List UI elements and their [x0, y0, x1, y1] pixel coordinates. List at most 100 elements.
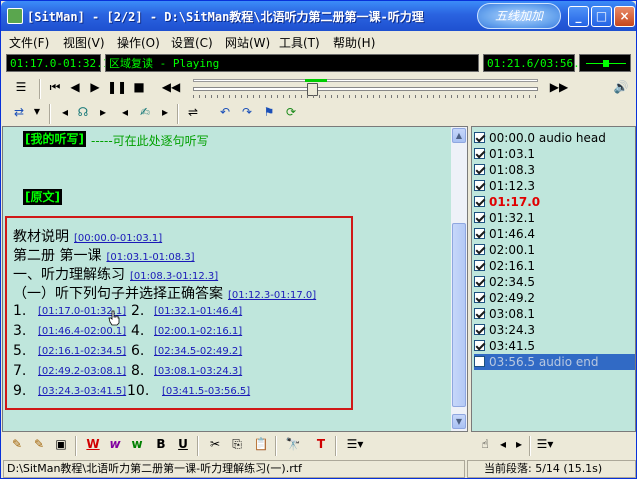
copy-icon[interactable]: ⎘ [227, 434, 247, 454]
prev-icon[interactable]: ◀ [65, 77, 85, 97]
highlight-icon[interactable]: T [311, 434, 331, 454]
format-c-icon[interactable]: ▣ [51, 434, 71, 454]
purple-w-icon[interactable]: w [105, 434, 125, 454]
progress-slider[interactable] [193, 79, 538, 99]
segment-item[interactable]: 03:56.5 audio end [474, 354, 635, 370]
segment-item[interactable]: 00:00.0 audio head [474, 130, 635, 146]
format-a-icon[interactable]: ✎ [7, 434, 27, 454]
segment-item[interactable]: 01:08.3 [474, 162, 635, 178]
green-w-icon[interactable]: w [127, 434, 147, 454]
timestamp-link[interactable]: [03:41.5-03:56.5] [162, 386, 250, 397]
segment-checkbox[interactable] [474, 356, 485, 367]
step-back2-icon[interactable]: ◂ [115, 102, 135, 122]
segment-checkbox[interactable] [474, 244, 485, 255]
timestamp-link[interactable]: [01:32.1-01:46.4] [154, 306, 242, 317]
segment-list[interactable]: 00:00.0 audio head 01:03.1 01:08.3 01:12.3 0… [471, 126, 636, 432]
segment-checkbox[interactable] [474, 196, 485, 207]
segment-checkbox[interactable] [474, 132, 485, 143]
stop-icon[interactable]: ■ [129, 77, 149, 97]
segment-checkbox[interactable] [474, 228, 485, 239]
segment-checkbox[interactable] [474, 292, 485, 303]
segment-item[interactable]: 01:17.0 [474, 194, 635, 210]
next-icon[interactable]: ▶ [85, 77, 105, 97]
timestamp-link[interactable]: [03:08.1-03:24.3] [154, 366, 242, 377]
editor-scrollbar[interactable]: ▲ ▼ [451, 127, 467, 431]
menu-website[interactable]: 网站(W) [225, 34, 270, 51]
maximize-icon[interactable]: □ [591, 6, 612, 27]
redo-icon[interactable]: ↷ [237, 102, 257, 122]
timestamp-link[interactable]: [01:46.4-02:00.1] [38, 326, 126, 337]
segment-checkbox[interactable] [474, 340, 485, 351]
timestamp-link[interactable]: [02:49.2-03:08.1] [38, 366, 126, 377]
listen-icon[interactable]: ☊ [73, 102, 93, 122]
list-dropdown-icon[interactable]: ☰▾ [345, 434, 365, 454]
title-bar[interactable]: [SitMan] - [2/2] - D:\SitMan教程\北语听力第二册第一… [1, 1, 636, 31]
menu-settings[interactable]: 设置(C) [171, 34, 213, 51]
segment-item[interactable]: 01:12.3 [474, 178, 635, 194]
format-b-icon[interactable]: ✎ [29, 434, 49, 454]
menu-file[interactable]: 文件(F) [9, 34, 49, 51]
step-forward-icon[interactable]: ▸ [93, 102, 113, 122]
list-dropdown2-icon[interactable]: ☰▾ [535, 434, 555, 454]
segment-item[interactable]: 01:03.1 [474, 146, 635, 162]
segment-checkbox[interactable] [474, 212, 485, 223]
flag-icon[interactable]: ⚑ [259, 102, 279, 122]
repeat-mode-icon[interactable]: ⇄ [9, 102, 29, 122]
segment-checkbox[interactable] [474, 324, 485, 335]
scroll-up-icon[interactable]: ▲ [452, 128, 466, 143]
pause-icon[interactable]: ❚❚ [107, 77, 127, 97]
skip-start-icon[interactable]: ⏮ [45, 77, 65, 97]
refresh-icon[interactable]: ⟳ [281, 102, 301, 122]
menu-view[interactable]: 视图(V) [63, 34, 105, 51]
volume-display[interactable] [579, 54, 631, 72]
segment-item[interactable]: 02:49.2 [474, 290, 635, 306]
segment-split-icon[interactable]: ⇌ [183, 102, 203, 122]
hand-icon[interactable]: ☝ [475, 434, 495, 454]
scroll-down-icon[interactable]: ▼ [452, 414, 466, 429]
segment-item[interactable]: 02:16.1 [474, 258, 635, 274]
underline-icon[interactable]: U [173, 434, 193, 454]
segment-item[interactable]: 03:24.3 [474, 322, 635, 338]
text-editor[interactable]: [我的听写] -----可在此处逐句听写 [原文] 教材说明 [00:00.0-0… [2, 126, 468, 432]
step-forward2-icon[interactable]: ▸ [155, 102, 175, 122]
menu-operate[interactable]: 操作(O) [117, 34, 160, 51]
close-icon[interactable]: × [614, 6, 635, 27]
menu-help[interactable]: 帮助(H) [333, 34, 375, 51]
segment-checkbox[interactable] [474, 260, 485, 271]
timestamp-link[interactable]: [02:34.5-02:49.2] [154, 346, 242, 357]
fast-forward-icon[interactable]: ▶▶ [549, 77, 569, 97]
segment-checkbox[interactable] [474, 148, 485, 159]
red-w-icon[interactable]: W [83, 434, 103, 454]
cut-icon[interactable]: ✂ [205, 434, 225, 454]
segment-checkbox[interactable] [474, 308, 485, 319]
speaker-icon[interactable]: 🔊 [611, 77, 631, 97]
minimize-icon[interactable]: _ [568, 6, 589, 27]
timestamp-link[interactable]: [00:00.0-01:03.1] [74, 233, 162, 244]
menu-tools[interactable]: 工具(T) [279, 34, 320, 51]
rewind-icon[interactable]: ◀◀ [161, 77, 181, 97]
timestamp-link[interactable]: [02:00.1-02:16.1] [154, 326, 242, 337]
bold-icon[interactable]: B [151, 434, 171, 454]
undo-icon[interactable]: ↶ [215, 102, 235, 122]
segment-item[interactable]: 01:46.4 [474, 226, 635, 242]
repeat-dropdown-icon[interactable]: ▼ [27, 102, 47, 122]
nav-right-icon[interactable]: ▸ [509, 434, 529, 454]
segment-checkbox[interactable] [474, 180, 485, 191]
segment-item[interactable]: 02:00.1 [474, 242, 635, 258]
timestamp-link[interactable]: [03:24.3-03:41.5] [38, 386, 126, 397]
timestamp-link[interactable]: [01:12.3-01:17.0] [228, 290, 316, 301]
list-menu-icon[interactable]: ☰ [11, 77, 31, 97]
dictate-icon[interactable]: ✍ [135, 102, 155, 122]
timestamp-link[interactable]: [01:08.3-01:12.3] [130, 271, 218, 282]
step-back-icon[interactable]: ◂ [55, 102, 75, 122]
find-icon[interactable]: 🔭 [283, 434, 303, 454]
ad-logo[interactable]: 五线加加 [477, 3, 561, 29]
timestamp-link[interactable]: [02:16.1-02:34.5] [38, 346, 126, 357]
scroll-thumb[interactable] [452, 223, 466, 407]
segment-item[interactable]: 03:41.5 [474, 338, 635, 354]
segment-checkbox[interactable] [474, 164, 485, 175]
segment-item[interactable]: 02:34.5 [474, 274, 635, 290]
timestamp-link[interactable]: [01:03.1-01:08.3] [106, 252, 194, 263]
segment-item[interactable]: 03:08.1 [474, 306, 635, 322]
segment-item[interactable]: 01:32.1 [474, 210, 635, 226]
